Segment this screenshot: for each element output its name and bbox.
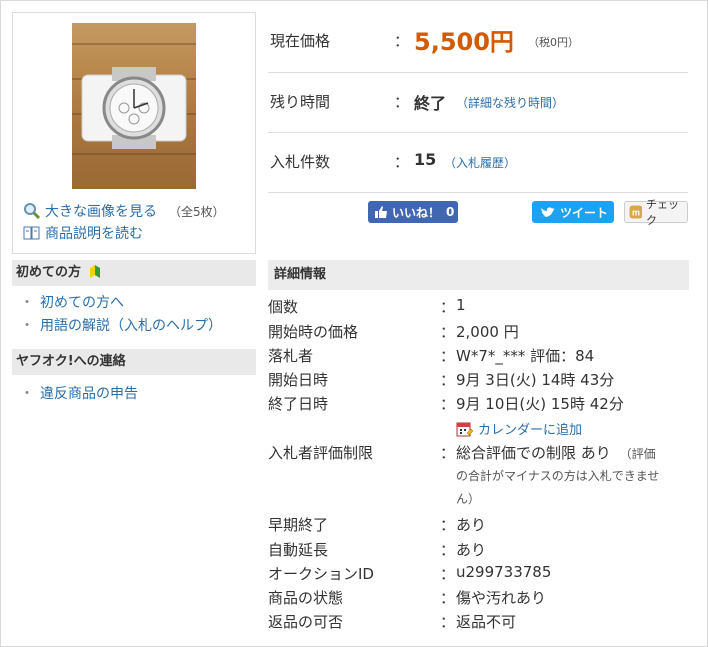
detail-label: 個数 [268,298,299,316]
book-icon [23,226,40,240]
beginners-title: 初めての方 [16,265,82,280]
time-colon: ： [394,93,410,111]
like-label: いいね！ [392,205,441,220]
detail-colon: ： [440,589,456,607]
end-time-value: 9月 10日(火) 15時 42分 [456,395,624,413]
mixi-check-button[interactable]: m チェック [624,198,688,227]
rating-limit-value: 総合評価での制限 あり （評価 [456,442,656,463]
detail-colon: ： [440,541,456,559]
current-price: 5,500円 [414,28,514,56]
calendar-icon [456,422,474,436]
bid-history-link[interactable]: （入札履歴） [444,154,516,171]
divider [268,72,688,73]
bids-colon: ： [394,153,410,171]
calendar-label[interactable]: カレンダーに追加 [478,419,582,438]
detail-label: 商品の状態 [268,589,344,607]
time-detail-link[interactable]: （詳細な残り時間） [456,94,564,111]
facebook-like-button[interactable]: いいね！ 0 [368,201,458,223]
start-time-value: 9月 3日(火) 14時 43分 [456,371,615,389]
product-image[interactable] [72,23,196,189]
mixi-check-icon: m [629,205,643,219]
image-count: （全5枚） [169,204,225,219]
detail-label: 落札者 [268,347,314,365]
detail-colon: ： [440,323,456,341]
quantity-value: 1 [456,296,466,314]
image-panel: 大きな画像を見る （全5枚） 商品説明を読む [12,12,256,254]
rating-limit-note-cont: の合計がマイナスの方は入札できませ [456,469,660,483]
detail-colon: ： [440,298,456,316]
detail-colon: ： [440,347,456,365]
beginners-heading: 初めての方 [12,260,256,286]
svg-text:m: m [632,208,640,218]
returns-value: 返品不可 [456,613,517,631]
bids-label: 入札件数 [270,153,331,171]
sidebar-item-glossary[interactable]: ・用語の解説（入札のヘルプ） [20,315,222,335]
start-price-value: 2,000 円 [456,323,519,341]
time-left-label: 残り時間 [270,93,331,111]
check-label: チェック [646,198,680,227]
price-colon: ： [394,32,410,50]
price-label: 現在価格 [270,32,331,50]
tweet-label: ツイート [560,205,609,220]
bids-count: 15 [414,150,437,169]
beginner-mark-icon [89,265,100,278]
bird-icon [541,206,555,217]
detail-label: オークションID [268,565,374,583]
early-end-value: あり [456,516,487,534]
detail-colon: ： [440,444,456,462]
detail-label: 自動延長 [268,541,329,559]
add-to-calendar-link[interactable]: カレンダーに追加 [456,419,582,438]
sidebar-item-label[interactable]: 違反商品の申告 [40,386,138,402]
detail-colon: ： [440,565,456,583]
auction-id-value: u299733785 [456,563,552,581]
detail-label: 返品の可否 [268,613,344,631]
rating-limit-note: （評価 [619,447,656,461]
detail-colon: ： [440,395,456,413]
winner-value: W*7*_*** 評価：84 [456,347,595,365]
tweet-button[interactable]: ツイート [532,201,614,223]
detail-label: 開始日時 [268,371,329,389]
enlarge-image-label[interactable]: 大きな画像を見る [45,201,157,221]
bidder-rating-limit-link[interactable]: 入札者評価制限 [268,442,373,463]
thumbs-up-icon [375,206,387,218]
rating-limit-main: 総合評価での制限 あり [456,444,611,462]
tax-note: （税0円） [528,36,579,49]
condition-value: 傷や汚れあり [456,589,547,607]
sidebar-item-label[interactable]: 用語の解説（入札のヘルプ） [40,318,222,334]
read-description-link[interactable]: 商品説明を読む [23,223,143,243]
detail-colon: ： [440,516,456,534]
detail-label: 開始時の価格 [268,323,359,341]
magnifier-icon [24,203,41,220]
contact-title: ヤフオク!への連絡 [16,354,126,369]
detail-label: 終了日時 [268,395,329,413]
contact-heading: ヤフオク!への連絡 [12,349,256,375]
sidebar-item-beginners-guide[interactable]: ・初めての方へ [20,292,124,312]
auto-extend-value: あり [456,541,487,559]
sidebar-item-report[interactable]: ・違反商品の申告 [20,383,138,403]
detail-colon: ： [440,371,456,389]
detail-label: 早期終了 [268,516,329,534]
detail-colon: ： [440,613,456,631]
time-left-value: 終了 [414,94,447,113]
like-count: 0 [446,205,455,219]
enlarge-image-link[interactable]: 大きな画像を見る （全5枚） [23,201,225,221]
sidebar-item-label[interactable]: 初めての方へ [40,295,124,311]
divider [268,132,688,133]
rating-limit-note-end: ん） [456,492,481,506]
details-title: 詳細情報 [274,267,327,282]
divider [268,192,688,193]
details-heading: 詳細情報 [268,260,689,290]
read-description-label[interactable]: 商品説明を読む [45,223,143,243]
